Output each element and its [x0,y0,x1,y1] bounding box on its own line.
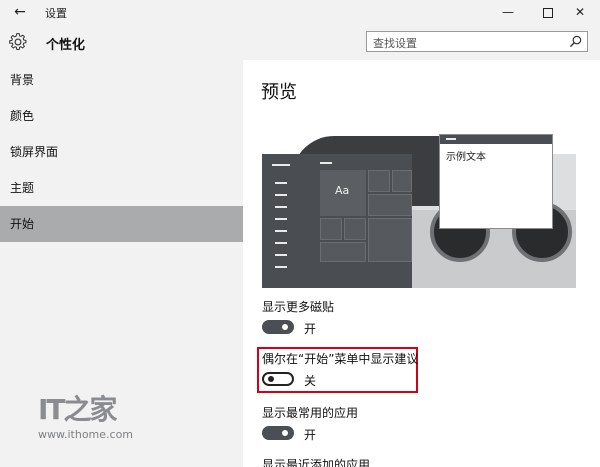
preview-tile-aa: Aa [320,170,366,216]
back-button[interactable]: ← [10,2,30,22]
preview-tile [320,218,342,240]
gear-icon [9,33,27,50]
window-title: 设置 [45,7,67,20]
setting-label-more-tiles: 显示更多磁贴 [262,300,335,314]
preview-start-menu: Aa [262,154,412,288]
setting-label-most-used: 显示最常用的应用 [262,406,359,420]
toggle-state-text: 开 [304,322,317,336]
watermark-url: www.ithome.com [38,428,134,441]
minimize-button[interactable]: — [488,0,528,24]
maximize-icon [543,7,553,18]
setting-label-suggestions: 偶尔在“开始”菜单中显示建议 [262,352,419,366]
preview-window: 示例文本 [439,134,553,229]
main-content: 预览 Aa 示例文本 显示更多磁贴 开 偶尔在“开始”菜单中显示建议 关 显示最… [243,60,600,467]
preview-tile [368,170,390,192]
toggle-state-text: 关 [304,374,317,388]
sidebar-item-colors[interactable]: 颜色 [0,98,243,134]
preview-group-line [320,162,332,164]
sidebar-item-start[interactable]: 开始 [0,206,243,242]
preview-heading: 预览 [261,82,297,103]
page-title: 个性化 [46,38,86,53]
toggle-more-tiles[interactable] [262,320,294,334]
preview-tile [368,218,412,262]
sidebar-item-lock-screen[interactable]: 锁屏界面 [0,134,243,170]
preview-tile [368,194,412,216]
preview-window-text: 示例文本 [446,152,486,163]
sidebar: 背景 颜色 锁屏界面 主题 开始 [0,60,243,467]
watermark: IT之家 www.ithome.com [38,388,133,441]
preview-tile [392,170,412,192]
search-box[interactable] [366,31,588,53]
header: 个性化 [0,24,600,60]
toggle-suggestions[interactable] [262,372,294,386]
preview-tile [344,218,366,240]
sidebar-item-themes[interactable]: 主题 [0,170,243,206]
toggle-state-text: 开 [304,428,317,442]
preview-tile [320,242,366,262]
sidebar-item-background[interactable]: 背景 [0,62,243,98]
search-icon[interactable] [569,35,582,48]
close-button[interactable]: ✕ [560,0,600,24]
setting-label-recently-added: 显示最近添加的应用 [262,458,371,467]
toggle-most-used[interactable] [262,426,294,440]
start-preview-image: Aa 示例文本 [262,132,576,288]
watermark-logo: IT之家 [38,393,118,426]
search-input[interactable] [367,34,563,53]
title-bar: ← 设置 — ✕ [0,0,600,25]
